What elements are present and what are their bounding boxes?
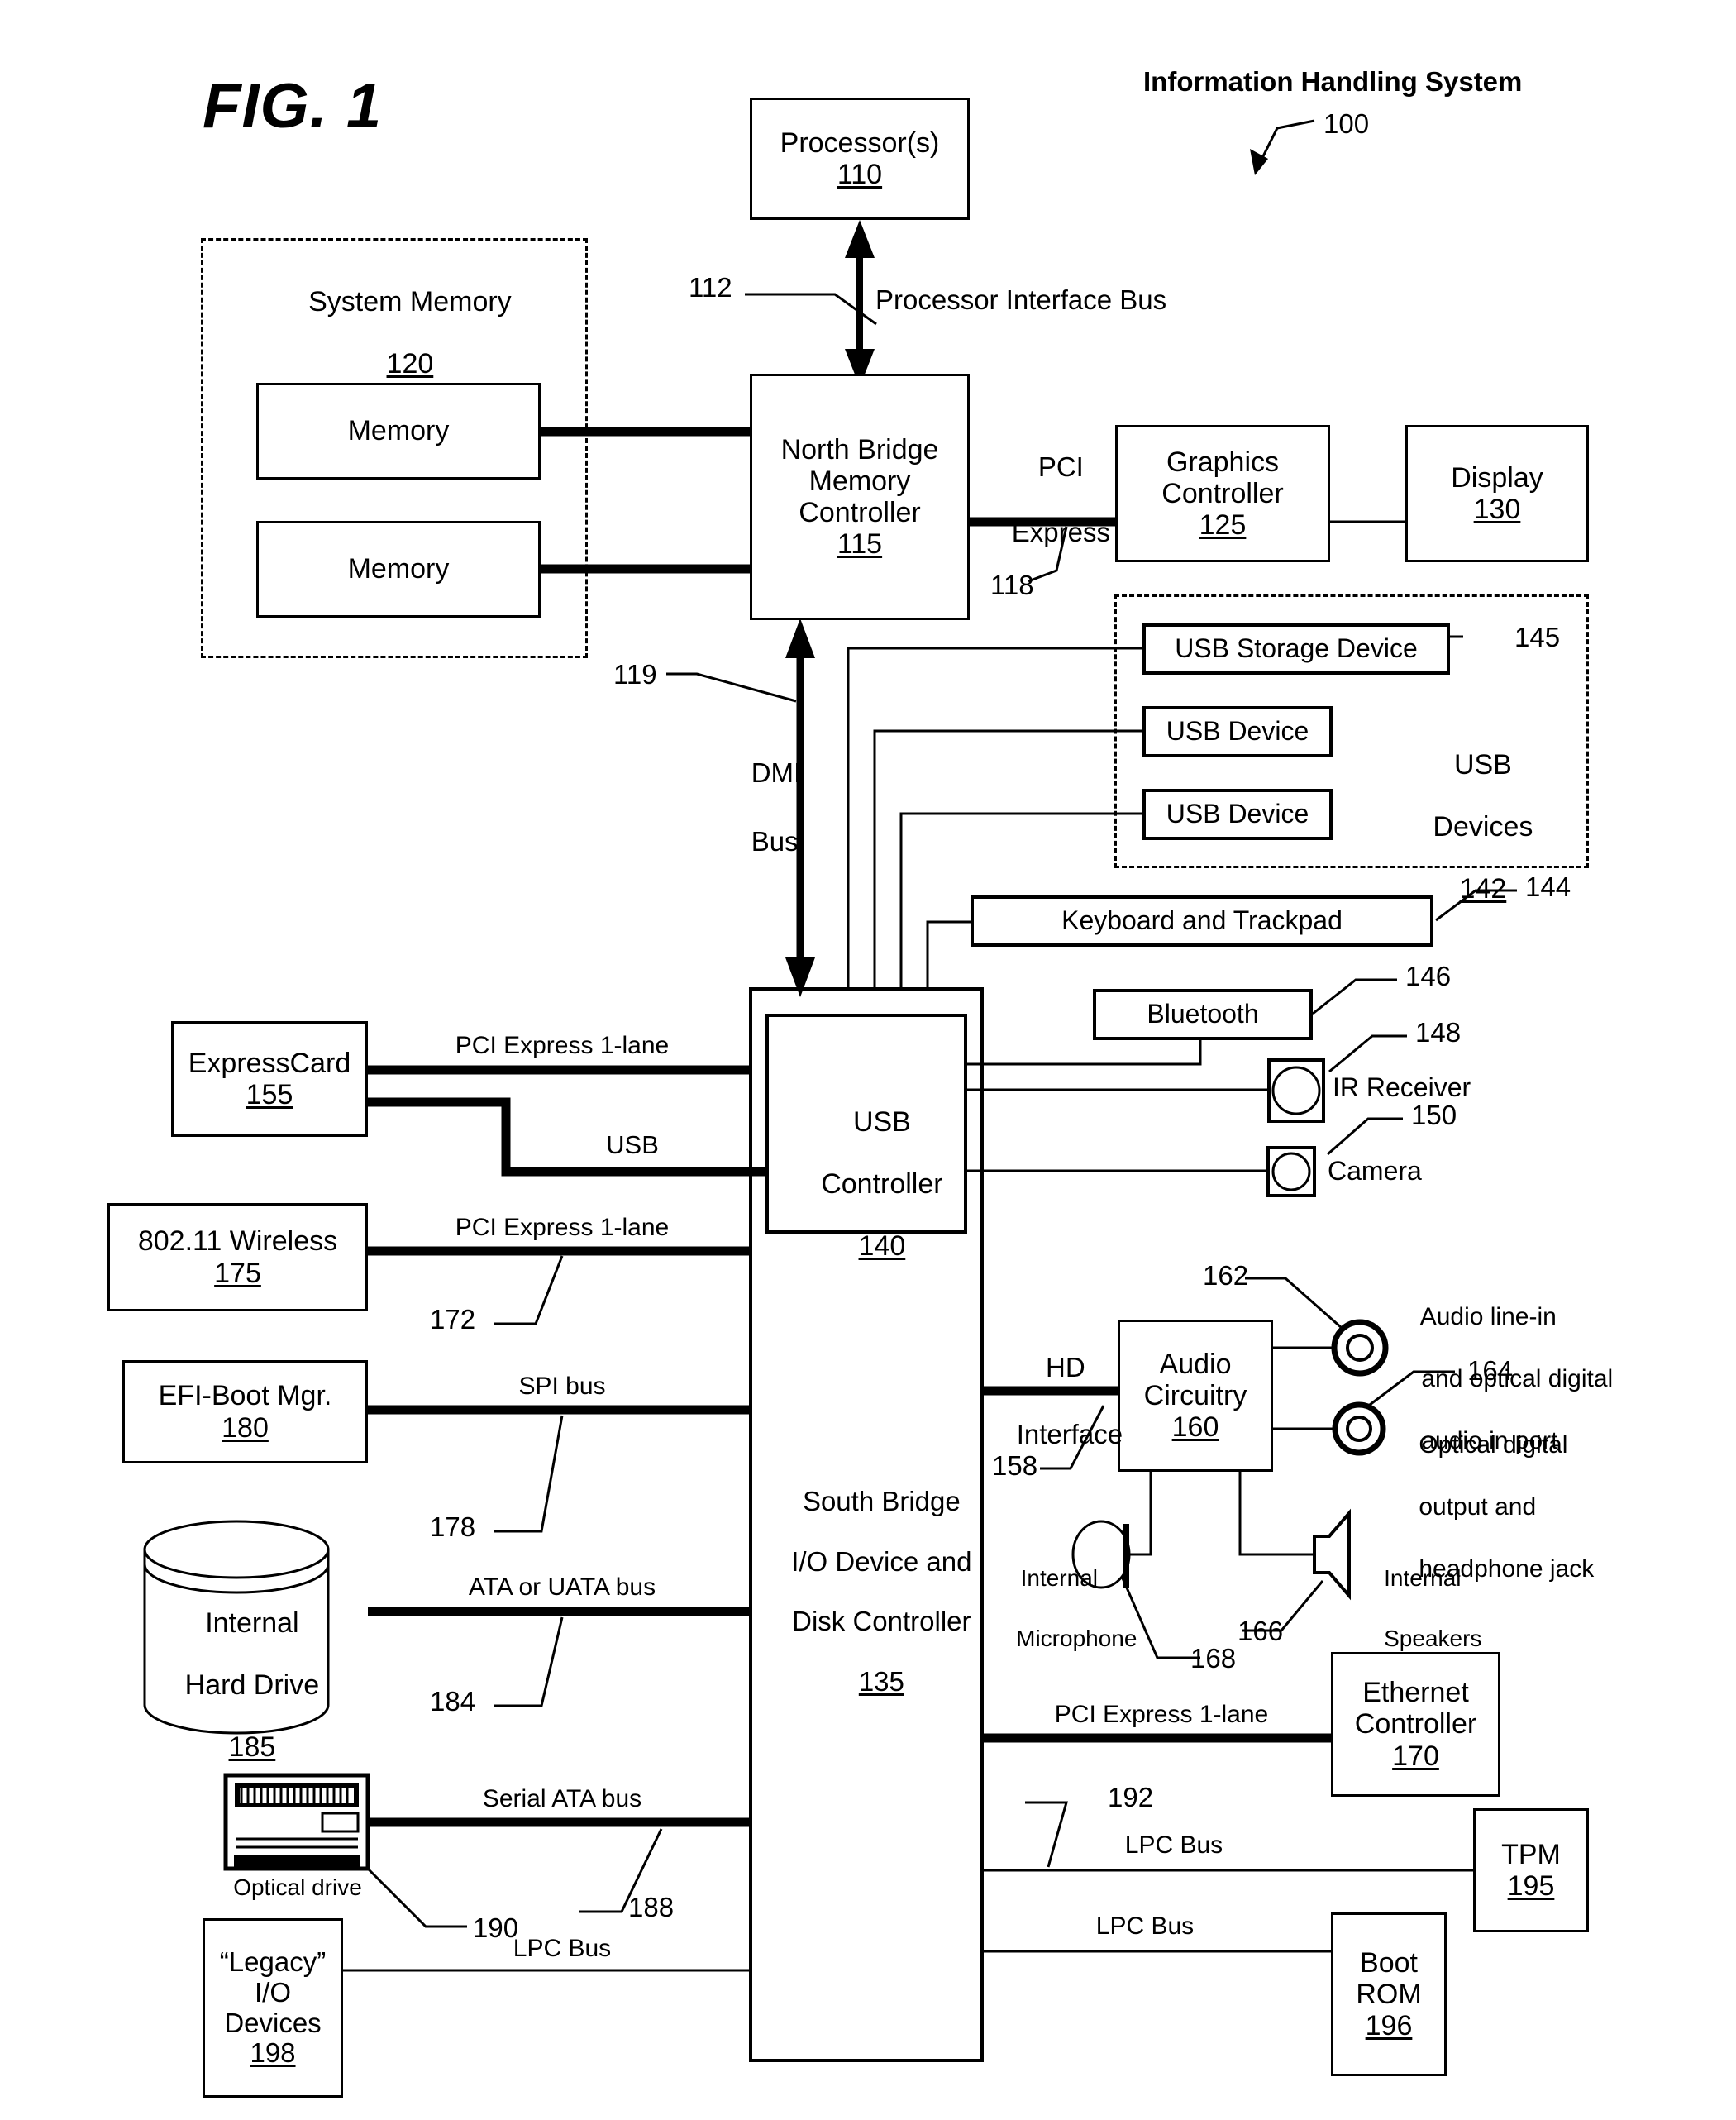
legacy-lpc-bus-label: LPC Bus bbox=[513, 1935, 612, 1962]
system-title: Information Handling System bbox=[1143, 66, 1523, 97]
bus-ref-112: 112 bbox=[689, 272, 732, 303]
boot-rom-ref: 196 bbox=[1365, 2010, 1413, 2042]
internal-speakers-ref-166: 166 bbox=[1238, 1616, 1284, 1646]
ata-bus-label: ATA or UATA bus bbox=[468, 1573, 656, 1601]
north-bridge-block[interactable]: North Bridge Memory Controller 115 bbox=[750, 374, 970, 620]
ir-receiver-label: IR Receiver bbox=[1333, 1072, 1471, 1102]
keyboard-ref-144: 144 bbox=[1525, 871, 1571, 902]
graphics-ref: 125 bbox=[1199, 509, 1247, 542]
processor-label: Processor(s) bbox=[780, 127, 940, 159]
pci-express-label: PCI Express bbox=[1011, 451, 1110, 547]
memory-2-label: Memory bbox=[347, 553, 450, 585]
bus-ref-188: 188 bbox=[628, 1892, 675, 1922]
processor-block[interactable]: Processor(s) 110 bbox=[750, 98, 970, 220]
legacy-io-devices-block[interactable]: “Legacy” I/O Devices 198 bbox=[203, 1918, 343, 2098]
processor-interface-bus-label: Processor Interface Bus bbox=[875, 284, 1167, 315]
north-bridge-ref: 115 bbox=[837, 528, 883, 561]
audio-circuitry-block[interactable]: Audio Circuitry 160 bbox=[1118, 1320, 1273, 1472]
figure-title: FIG. 1 bbox=[203, 71, 383, 141]
spi-bus-label: SPI bus bbox=[518, 1373, 606, 1400]
expresscard-block[interactable]: ExpressCard 155 bbox=[171, 1021, 368, 1137]
internal-microphone-label: Internal Microphone bbox=[1016, 1565, 1137, 1652]
system-ref-100: 100 bbox=[1323, 108, 1370, 139]
ethernet-controller-block[interactable]: Ethernet Controller 170 bbox=[1331, 1652, 1500, 1797]
memory-1-label: Memory bbox=[347, 415, 450, 447]
display-ref: 130 bbox=[1473, 494, 1521, 525]
patent-figure-canvas: FIG. 1 Information Handling System 100 P… bbox=[0, 0, 1736, 2120]
dmi-bus-label: DMI Bus bbox=[751, 757, 802, 857]
sata-bus-label: Serial ATA bus bbox=[482, 1785, 642, 1812]
ethernet-pcie-label: PCI Express 1-lane bbox=[1054, 1701, 1269, 1728]
usb-device-block-1[interactable]: USB Device bbox=[1142, 706, 1333, 757]
expresscard-usb-label: USB bbox=[606, 1130, 659, 1159]
ir-receiver-ref-148: 148 bbox=[1415, 1017, 1462, 1048]
bus-ref-184: 184 bbox=[430, 1686, 476, 1717]
optical-out-ref-164: 164 bbox=[1467, 1355, 1514, 1386]
display-block[interactable]: Display 130 bbox=[1405, 425, 1589, 562]
keyboard-trackpad-block[interactable]: Keyboard and Trackpad bbox=[971, 895, 1433, 947]
efi-boot-ref: 180 bbox=[222, 1411, 269, 1444]
bootrom-lpc-bus-label: LPC Bus bbox=[1095, 1912, 1195, 1940]
usb-storage-ref-145: 145 bbox=[1514, 622, 1561, 652]
south-bridge-label: South Bridge I/O Device and Disk Control… bbox=[791, 1486, 972, 1697]
bus-ref-119: 119 bbox=[613, 659, 657, 690]
processor-ref: 110 bbox=[837, 159, 883, 190]
wireless-block[interactable]: 802.11 Wireless 175 bbox=[107, 1203, 368, 1311]
bluetooth-block[interactable]: Bluetooth bbox=[1093, 989, 1313, 1040]
bluetooth-ref-146: 146 bbox=[1405, 961, 1452, 991]
camera-ref-150: 150 bbox=[1411, 1100, 1457, 1130]
memory-block-1[interactable]: Memory bbox=[256, 383, 541, 480]
audio-line-in-ref-162: 162 bbox=[1203, 1260, 1249, 1291]
tpm-lpc-bus-label: LPC Bus bbox=[1124, 1831, 1223, 1859]
expresscard-pcie-label: PCI Express 1-lane bbox=[455, 1032, 670, 1059]
camera-label: Camera bbox=[1328, 1156, 1422, 1186]
bus-ref-178: 178 bbox=[430, 1511, 476, 1542]
bus-ref-192: 192 bbox=[1108, 1782, 1154, 1812]
efi-boot-manager-block[interactable]: EFI-Boot Mgr. 180 bbox=[122, 1360, 368, 1463]
audio-ref: 160 bbox=[1171, 1411, 1219, 1444]
internal-hard-drive-label: Internal Hard Drive 185 bbox=[184, 1607, 320, 1763]
graphics-controller-block[interactable]: Graphics Controller 125 bbox=[1115, 425, 1330, 562]
optical-drive-label: Optical drive bbox=[233, 1874, 362, 1900]
legacy-io-ref: 198 bbox=[250, 2037, 296, 2069]
tpm-ref: 195 bbox=[1507, 1870, 1555, 1902]
usb-device-block-2[interactable]: USB Device bbox=[1142, 789, 1333, 840]
bus-ref-118: 118 bbox=[990, 570, 1034, 600]
usb-storage-device-block[interactable]: USB Storage Device bbox=[1142, 623, 1450, 675]
bus-ref-172: 172 bbox=[430, 1304, 476, 1335]
wireless-pcie-label: PCI Express 1-lane bbox=[455, 1214, 670, 1241]
memory-block-2[interactable]: Memory bbox=[256, 521, 541, 618]
bus-ref-158: 158 bbox=[992, 1450, 1038, 1481]
wireless-ref: 175 bbox=[214, 1257, 261, 1289]
tpm-block[interactable]: TPM 195 bbox=[1473, 1808, 1589, 1932]
expresscard-ref: 155 bbox=[246, 1079, 293, 1110]
usb-controller-label: USB Controller 140 bbox=[821, 1106, 943, 1262]
boot-rom-block[interactable]: Boot ROM 196 bbox=[1331, 1912, 1447, 2076]
internal-mic-ref-168: 168 bbox=[1190, 1643, 1237, 1674]
ethernet-ref: 170 bbox=[1392, 1740, 1439, 1772]
